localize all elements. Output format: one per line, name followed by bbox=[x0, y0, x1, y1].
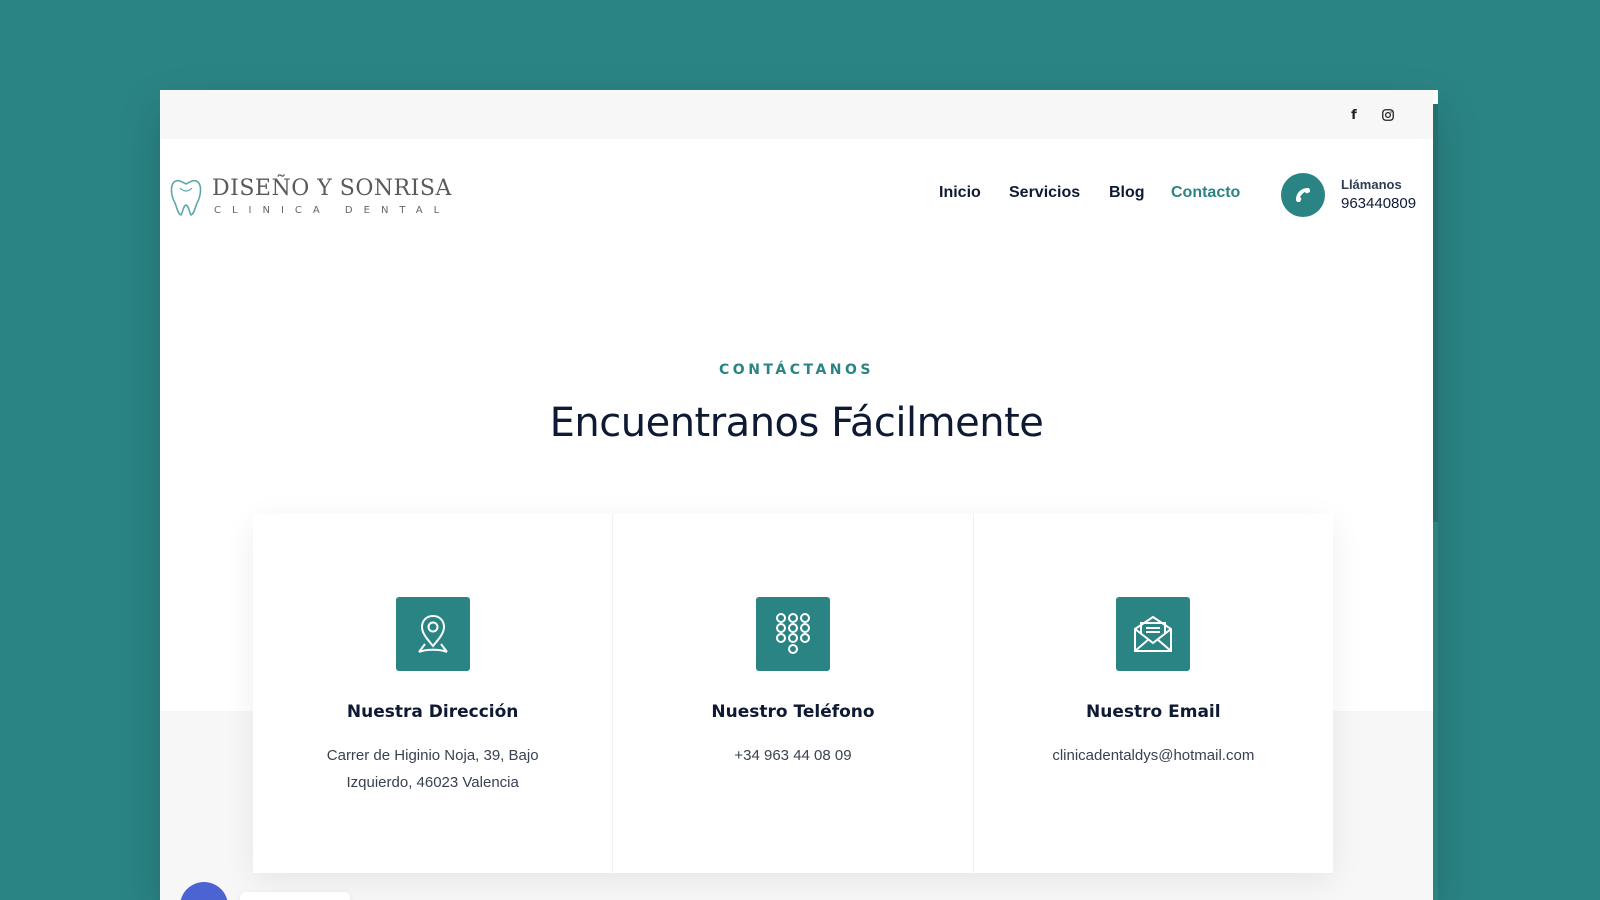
address-title: Nuestra Dirección bbox=[346, 702, 519, 722]
email-card: Nuestro Email clinicadentaldys@hotmail.c… bbox=[974, 514, 1333, 873]
facebook-icon[interactable]: f bbox=[1343, 104, 1365, 126]
phone-text[interactable]: +34 963 44 08 09 bbox=[653, 742, 932, 769]
browser-window: f DISEÑO Y SONRISA CLINICA DENTAL Inicio… bbox=[160, 90, 1438, 900]
call-label: Llámanos bbox=[1341, 177, 1402, 192]
phone-icon bbox=[1296, 188, 1310, 202]
scrollbar-thumb[interactable] bbox=[1433, 104, 1438, 522]
nav-item-inicio[interactable]: Inicio bbox=[939, 184, 981, 202]
contact-cards: Nuestra Dirección Carrer de Higinio Noja… bbox=[253, 514, 1333, 873]
nav-item-contacto[interactable]: Contacto bbox=[1171, 184, 1240, 202]
envelope-icon bbox=[1116, 597, 1191, 671]
brand-name: DISEÑO Y SONRISA bbox=[212, 176, 452, 201]
location-pin-icon bbox=[395, 597, 470, 671]
email-title: Nuestro Email bbox=[1086, 702, 1221, 722]
address-card: Nuestra Dirección Carrer de Higinio Noja… bbox=[253, 514, 614, 873]
brand-logo[interactable]: DISEÑO Y SONRISA CLINICA DENTAL bbox=[168, 176, 451, 220]
top-bar: f bbox=[160, 90, 1433, 139]
keypad-icon bbox=[755, 597, 830, 671]
email-text[interactable]: clinicadentaldys@hotmail.com bbox=[1014, 742, 1293, 769]
brand-tagline: CLINICA DENTAL bbox=[214, 205, 451, 216]
tooth-logo-icon bbox=[170, 179, 202, 216]
phone-title: Nuestro Teléfono bbox=[711, 702, 875, 722]
call-number[interactable]: 963440809 bbox=[1341, 195, 1416, 212]
call-button[interactable] bbox=[1281, 173, 1325, 217]
section-eyebrow: CONTÁCTANOS bbox=[719, 362, 874, 378]
phone-card: Nuestro Teléfono +34 963 44 08 09 bbox=[613, 514, 974, 873]
section-title: Encuentranos Fácilmente bbox=[549, 400, 1044, 446]
address-text: Carrer de Higinio Noja, 39, Bajo Izquier… bbox=[326, 747, 539, 791]
chat-widget-label[interactable] bbox=[240, 892, 350, 900]
instagram-icon[interactable] bbox=[1377, 104, 1399, 126]
nav-item-servicios[interactable]: Servicios bbox=[1009, 184, 1080, 202]
nav-item-blog[interactable]: Blog bbox=[1109, 184, 1145, 202]
